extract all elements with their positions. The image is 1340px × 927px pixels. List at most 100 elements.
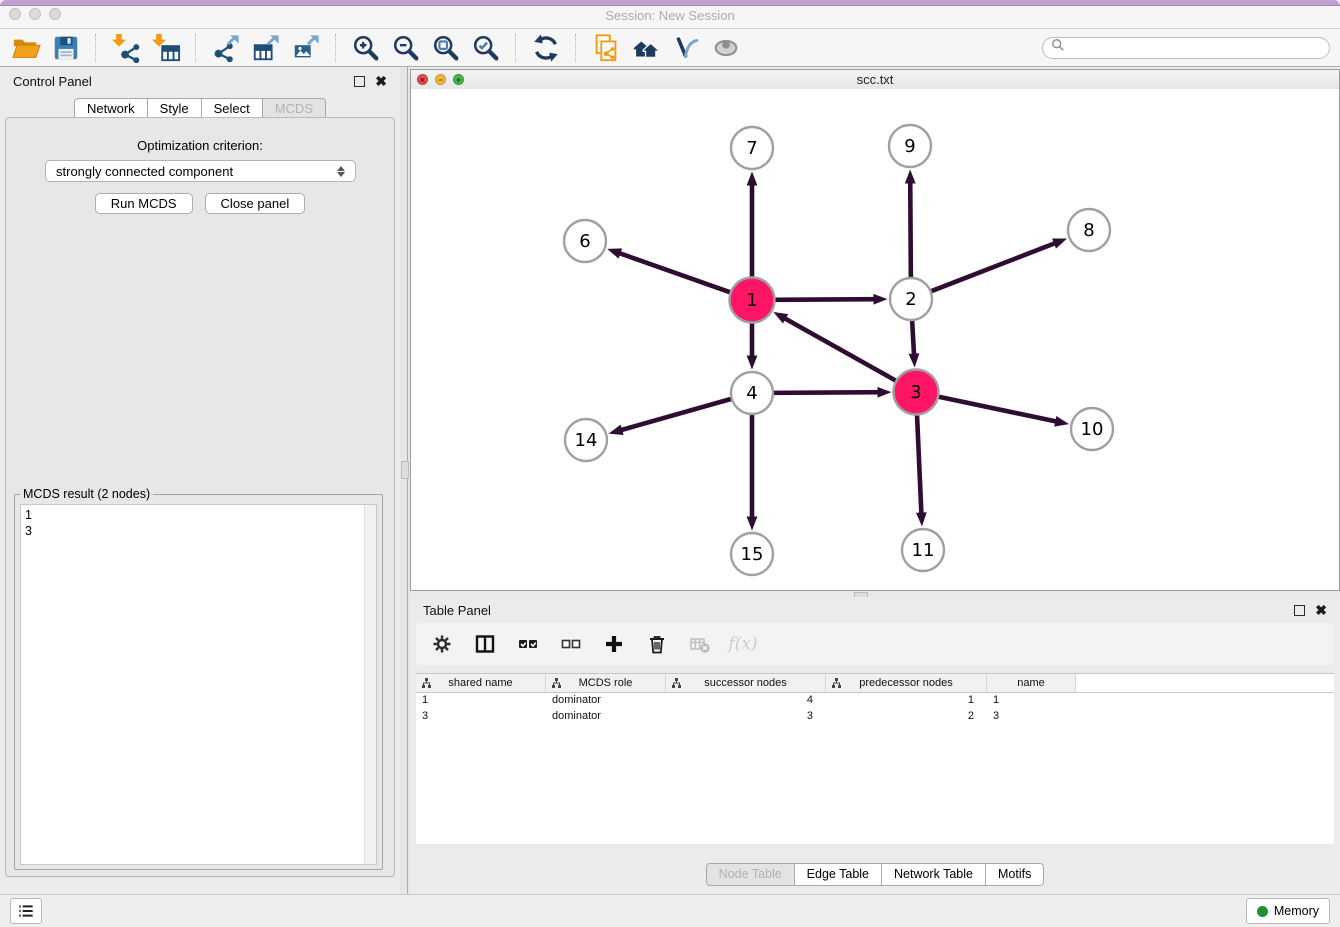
graph-edge-2-8[interactable] (932, 242, 1057, 291)
network-view-window: × − + scc.txt 1234678910111415 (410, 69, 1340, 591)
column-header-name[interactable]: name (987, 674, 1076, 692)
search-field[interactable] (1042, 37, 1330, 59)
table-cell[interactable]: dominator (546, 693, 666, 709)
toolbar-separator (95, 34, 97, 62)
table-cell[interactable]: 3 (666, 709, 826, 725)
graph-edge-4-3[interactable] (774, 392, 881, 393)
toolbar-separator (515, 34, 517, 62)
graph-edge-arrowhead (909, 353, 920, 367)
show-columns-icon[interactable] (473, 632, 497, 656)
memory-label: Memory (1274, 904, 1319, 918)
save-session-icon[interactable] (50, 32, 82, 64)
search-input[interactable] (1070, 40, 1321, 56)
delete-icon[interactable] (645, 632, 669, 656)
column-hierarchy-icon (671, 678, 682, 692)
select-stepper-icon (337, 166, 345, 177)
graph-edge-arrowhead (747, 172, 758, 186)
table-cell[interactable]: 2 (826, 709, 987, 725)
graph-node-label-1: 1 (746, 290, 757, 311)
unselect-all-columns-icon[interactable] (559, 632, 583, 656)
graph-edge-arrowhead (609, 425, 624, 435)
vertical-splitter[interactable] (400, 67, 410, 894)
table-cell[interactable]: 1 (987, 693, 1076, 709)
tab-edge-table[interactable]: Edge Table (795, 863, 882, 886)
table-options-gear-icon[interactable] (430, 632, 454, 656)
column-label: predecessor nodes (859, 677, 953, 689)
graph-edge-1-2[interactable] (774, 299, 877, 300)
graph-node-label-11: 11 (912, 540, 935, 561)
graph-edge-4-14[interactable] (619, 399, 731, 431)
add-icon[interactable] (602, 632, 626, 656)
table-panel: Table Panel ✖ f(x) shared nameMCDS roles… (410, 597, 1340, 894)
import-table-icon[interactable] (150, 32, 182, 64)
table-row[interactable]: 1dominator411 (416, 693, 1334, 709)
list-icon (16, 901, 36, 921)
mcds-tab-content: Optimization criterion: strongly connect… (5, 117, 395, 877)
network-canvas[interactable]: 1234678910111415 (411, 89, 1339, 590)
export-network-icon[interactable] (210, 32, 242, 64)
import-network-icon[interactable] (110, 32, 142, 64)
clone-network-icon[interactable] (590, 32, 622, 64)
table-cell[interactable]: 4 (666, 693, 826, 709)
close-table-panel-icon[interactable]: ✖ (1315, 605, 1327, 615)
tab-network-table[interactable]: Network Table (882, 863, 986, 886)
graph-edge-3-1[interactable] (783, 317, 897, 381)
graph-edge-1-6[interactable] (618, 252, 732, 292)
memory-button[interactable]: Memory (1246, 898, 1330, 924)
criterion-select[interactable]: strongly connected component (45, 160, 356, 182)
zoom-selected-icon[interactable] (470, 32, 502, 64)
close-panel-button[interactable]: Close panel (205, 193, 306, 214)
open-session-icon[interactable] (10, 32, 42, 64)
memory-status-icon (1257, 906, 1268, 917)
window-traffic-lights (9, 8, 61, 20)
tab-motifs[interactable]: Motifs (986, 863, 1044, 886)
graph-node-label-8: 8 (1083, 220, 1094, 241)
hide-details-icon[interactable] (670, 32, 702, 64)
table-row[interactable]: 3dominator323 (416, 709, 1334, 725)
float-table-panel-icon[interactable] (1294, 605, 1305, 616)
graph-edge-arrowhead (773, 312, 788, 324)
graph-edge-2-9[interactable] (910, 180, 911, 277)
export-image-icon[interactable] (290, 32, 322, 64)
result-scrollbar[interactable] (364, 505, 376, 864)
refresh-icon[interactable] (530, 32, 562, 64)
table-cell[interactable]: dominator (546, 709, 666, 725)
function-builder-icon: f(x) (731, 632, 755, 656)
network-maximize-icon[interactable]: + (453, 74, 464, 85)
column-label: name (1017, 677, 1045, 689)
graph-edge-3-11[interactable] (917, 414, 921, 516)
network-graph: 1234678910111415 (411, 89, 1339, 590)
graph-node-label-6: 6 (579, 231, 590, 252)
column-header-predecessor-nodes[interactable]: predecessor nodes (826, 674, 987, 692)
column-header-successor-nodes[interactable]: successor nodes (666, 674, 826, 692)
float-panel-icon[interactable] (354, 76, 365, 87)
column-header-shared-name[interactable]: shared name (416, 674, 546, 692)
delete-table-icon (688, 632, 712, 656)
run-mcds-button[interactable]: Run MCDS (95, 193, 193, 214)
graph-node-label-3: 3 (910, 382, 921, 403)
maximize-window-icon[interactable] (49, 8, 61, 20)
network-close-icon[interactable]: × (417, 74, 428, 85)
first-neighbors-icon[interactable] (630, 32, 662, 64)
select-all-columns-icon[interactable] (516, 632, 540, 656)
close-panel-icon[interactable]: ✖ (375, 76, 387, 86)
minimize-window-icon[interactable] (29, 8, 41, 20)
export-table-icon[interactable] (250, 32, 282, 64)
graph-edge-3-10[interactable] (938, 397, 1059, 422)
table-cell[interactable]: 3 (416, 709, 546, 725)
table-cell[interactable]: 3 (987, 709, 1076, 725)
vertical-splitter-handle[interactable] (401, 461, 409, 479)
tab-node-table[interactable]: Node Table (706, 863, 795, 886)
table-cell[interactable]: 1 (416, 693, 546, 709)
zoom-fit-icon[interactable] (430, 32, 462, 64)
zoom-out-icon[interactable] (390, 32, 422, 64)
column-hierarchy-icon (551, 678, 562, 692)
task-history-button[interactable] (10, 898, 42, 924)
close-window-icon[interactable] (9, 8, 21, 20)
table-cell[interactable]: 1 (826, 693, 987, 709)
network-minimize-icon[interactable]: − (435, 74, 446, 85)
graph-edge-2-3[interactable] (912, 321, 914, 357)
column-header-mcds-role[interactable]: MCDS role (546, 674, 666, 692)
zoom-in-icon[interactable] (350, 32, 382, 64)
graph-node-label-14: 14 (575, 430, 598, 451)
